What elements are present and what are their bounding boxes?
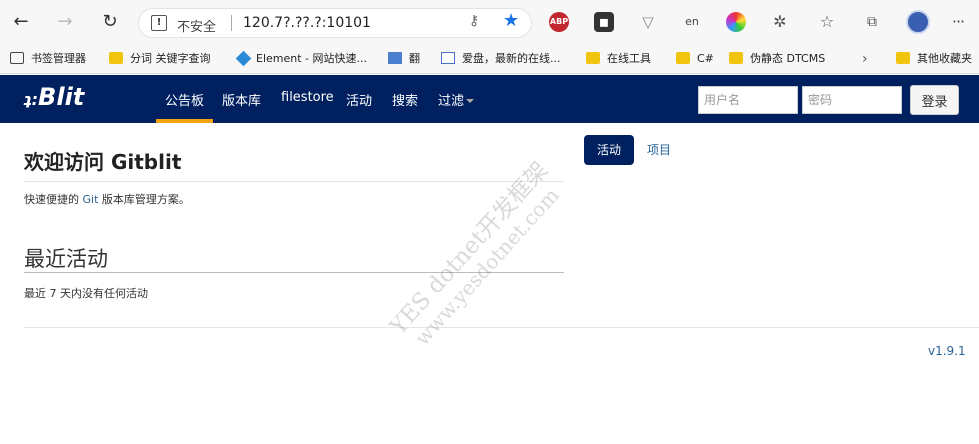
extensions-puzzle-icon[interactable]: ✲: [770, 12, 790, 32]
username-input[interactable]: [698, 86, 798, 114]
page-title: 欢迎访问 Gitblit: [24, 150, 182, 174]
back-icon[interactable]: ←: [8, 9, 34, 35]
insecure-label: 不安全: [177, 20, 217, 35]
profile-avatar-icon[interactable]: [906, 10, 930, 34]
folder-icon: [109, 52, 123, 64]
color-picker-icon[interactable]: [726, 12, 746, 32]
url-text[interactable]: 120.7?.??.?:10101: [243, 15, 371, 31]
login-button[interactable]: 登录: [910, 85, 959, 115]
translate-icon: [388, 52, 402, 64]
bookmark-item[interactable]: 翻: [388, 50, 420, 68]
collections-icon[interactable]: ⧉: [862, 12, 882, 32]
version-link[interactable]: v1.9.1: [928, 344, 966, 358]
tab-activity[interactable]: 活动: [584, 135, 634, 165]
git-link[interactable]: Git: [83, 193, 99, 206]
warning-icon: !: [151, 15, 167, 31]
reload-icon[interactable]: ↻: [97, 9, 123, 35]
element-icon: [235, 50, 252, 67]
nav-repositories[interactable]: 版本库: [222, 90, 261, 109]
more-menu-icon[interactable]: ···: [948, 12, 968, 32]
bookmark-item[interactable]: 其他收藏夹: [896, 50, 972, 68]
bookmark-item[interactable]: 爱盘，最新的在线...: [441, 50, 561, 68]
aipan-icon: [441, 52, 455, 64]
folder-icon: [729, 52, 743, 64]
gitblit-navbar: ʇ:Blit 公告板 版本库 filestore 活动 搜索 过滤 登录: [0, 75, 979, 123]
nav-filter[interactable]: 过滤: [438, 90, 475, 109]
folder-icon: [896, 52, 910, 64]
more-bookmarks-chevron-icon[interactable]: ›: [862, 50, 868, 68]
bookmark-item[interactable]: Element - 网站快速...: [235, 50, 367, 68]
address-separator: [231, 15, 232, 31]
bookmark-item[interactable]: C#: [676, 50, 714, 68]
folder-icon: [676, 52, 690, 64]
address-bar[interactable]: ! 不安全 120.7?.??.?:10101 ⚷ ★: [138, 8, 532, 38]
adblock-icon[interactable]: ABP: [549, 12, 569, 32]
nav-filestore[interactable]: filestore: [281, 90, 334, 105]
caret-down-icon: [466, 99, 475, 103]
recent-activity-title: 最近活动: [24, 247, 108, 271]
nav-dashboard[interactable]: 公告板: [155, 90, 214, 123]
key-icon[interactable]: ⚷: [469, 13, 479, 29]
tab-projects[interactable]: 项目: [647, 141, 671, 158]
bookmark-item[interactable]: 伪静态 DTCMS: [729, 50, 825, 68]
bookmarks-bar: 书签管理器 分词 关键字查询 Element - 网站快速... 翻 爱盘，最新…: [0, 44, 979, 74]
footer-divider: [24, 327, 979, 328]
browser-toolbar: ← → ↻ ! 不安全 120.7?.??.?:10101 ⚷ ★ ABP ◼ …: [0, 0, 979, 44]
folder-icon: [586, 52, 600, 64]
recent-activity-empty: 最近 7 天内没有任何活动: [24, 287, 148, 300]
favorite-star-icon[interactable]: ★: [503, 10, 519, 31]
password-input[interactable]: [802, 86, 902, 114]
page-subtitle: 快速便捷的 Git 版本库管理方案。: [24, 193, 190, 206]
gitblit-logo[interactable]: ʇ:Blit: [24, 83, 84, 111]
title-divider: [24, 181, 564, 182]
v-extension-icon[interactable]: ▽: [638, 12, 658, 32]
translate-extension-icon[interactable]: en: [682, 12, 702, 32]
nav-search[interactable]: 搜索: [392, 90, 418, 109]
bookmark-item[interactable]: 分词 关键字查询: [109, 50, 211, 68]
nav-activity[interactable]: 活动: [346, 90, 372, 109]
camera-extension-icon[interactable]: ◼: [594, 12, 614, 32]
favorites-icon[interactable]: ☆: [817, 12, 837, 32]
forward-icon[interactable]: →: [52, 9, 78, 35]
bookmark-item[interactable]: 书签管理器: [10, 50, 86, 68]
bookmark-item[interactable]: 在线工具: [586, 50, 651, 68]
book-icon: [10, 52, 24, 64]
